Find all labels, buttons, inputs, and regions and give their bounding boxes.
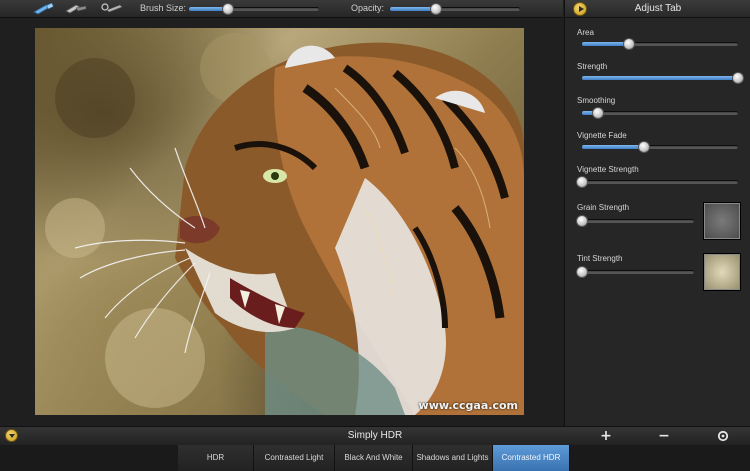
vignette-fade-fill [582, 145, 645, 149]
tint-strength-slider[interactable] [576, 266, 694, 278]
vignette-strength-label: Vignette Strength [577, 165, 639, 174]
grain-strength-knob[interactable] [576, 215, 588, 227]
grain-strength-label: Grain Strength [577, 203, 630, 212]
strength-slider[interactable] [582, 72, 744, 84]
area-knob[interactable] [622, 38, 635, 50]
grain-strength-slider[interactable] [576, 215, 694, 227]
brush-icon[interactable] [32, 2, 54, 15]
strength-fill [582, 76, 738, 80]
tiger-image [45, 33, 524, 415]
brush-size-slider[interactable] [189, 3, 319, 15]
smoothing-label: Smoothing [577, 96, 616, 105]
canvas-area: www.ccgaa.com [0, 18, 563, 426]
opacity-label: Opacity: [351, 3, 385, 13]
vignette-strength-slider[interactable] [576, 176, 738, 188]
vignette-strength-knob[interactable] [576, 176, 588, 188]
area-slider[interactable] [582, 38, 738, 50]
smoothing-knob[interactable] [591, 107, 604, 119]
area-label: Area [577, 28, 594, 37]
strength-label: Strength [577, 62, 608, 71]
magic-brush-icon[interactable] [100, 2, 123, 15]
brush-size-label: Brush Size: [140, 3, 187, 13]
reset-icon[interactable] [716, 429, 730, 443]
toolbar: Brush Size: Opacity: [0, 0, 563, 18]
vignette-fade-slider[interactable] [582, 141, 738, 153]
preset-title: Simply HDR [347, 430, 403, 441]
tab-contrasted-hdr[interactable]: Contrasted HDR [493, 445, 570, 471]
preset-bar: Simply HDR + − [0, 426, 750, 445]
smoothing-slider[interactable] [582, 107, 738, 119]
panel-header: Adjust Tab [565, 0, 750, 18]
tab-hdr[interactable]: HDR [178, 445, 254, 471]
tint-strength-knob[interactable] [576, 266, 588, 278]
tab-contrasted-light[interactable]: Contrasted Light [254, 445, 335, 471]
opacity-slider[interactable] [390, 3, 520, 15]
brush-size-knob[interactable] [222, 3, 234, 15]
tab-black-and-white[interactable]: Black And White [335, 445, 413, 471]
tab-shadows-and-lights[interactable]: Shadows and Lights [413, 445, 493, 471]
vignette-fade-knob[interactable] [638, 141, 651, 153]
grain-preview-thumbnail[interactable] [704, 203, 740, 239]
minus-icon[interactable]: − [657, 429, 671, 443]
preset-tabs: HDR Contrasted Light Black And White Sha… [0, 445, 750, 471]
area-fill [582, 42, 629, 46]
plus-icon[interactable]: + [599, 429, 613, 443]
opacity-knob[interactable] [429, 3, 442, 15]
tint-preview-thumbnail[interactable] [704, 254, 740, 290]
adjust-panel: Adjust Tab Area Strength Smoothing Vigne… [564, 0, 750, 426]
panel-title: Adjust Tab [634, 3, 682, 14]
photo-preview[interactable]: www.ccgaa.com [35, 28, 524, 415]
eraser-icon[interactable] [64, 2, 87, 15]
tint-strength-label: Tint Strength [577, 254, 623, 263]
app-window: Brush Size: Opacity: www.ccgaa.com Adjus… [0, 0, 750, 471]
strength-knob[interactable] [732, 72, 744, 84]
watermark-text: www.ccgaa.com [418, 399, 518, 412]
vignette-fade-label: Vignette Fade [577, 131, 627, 140]
